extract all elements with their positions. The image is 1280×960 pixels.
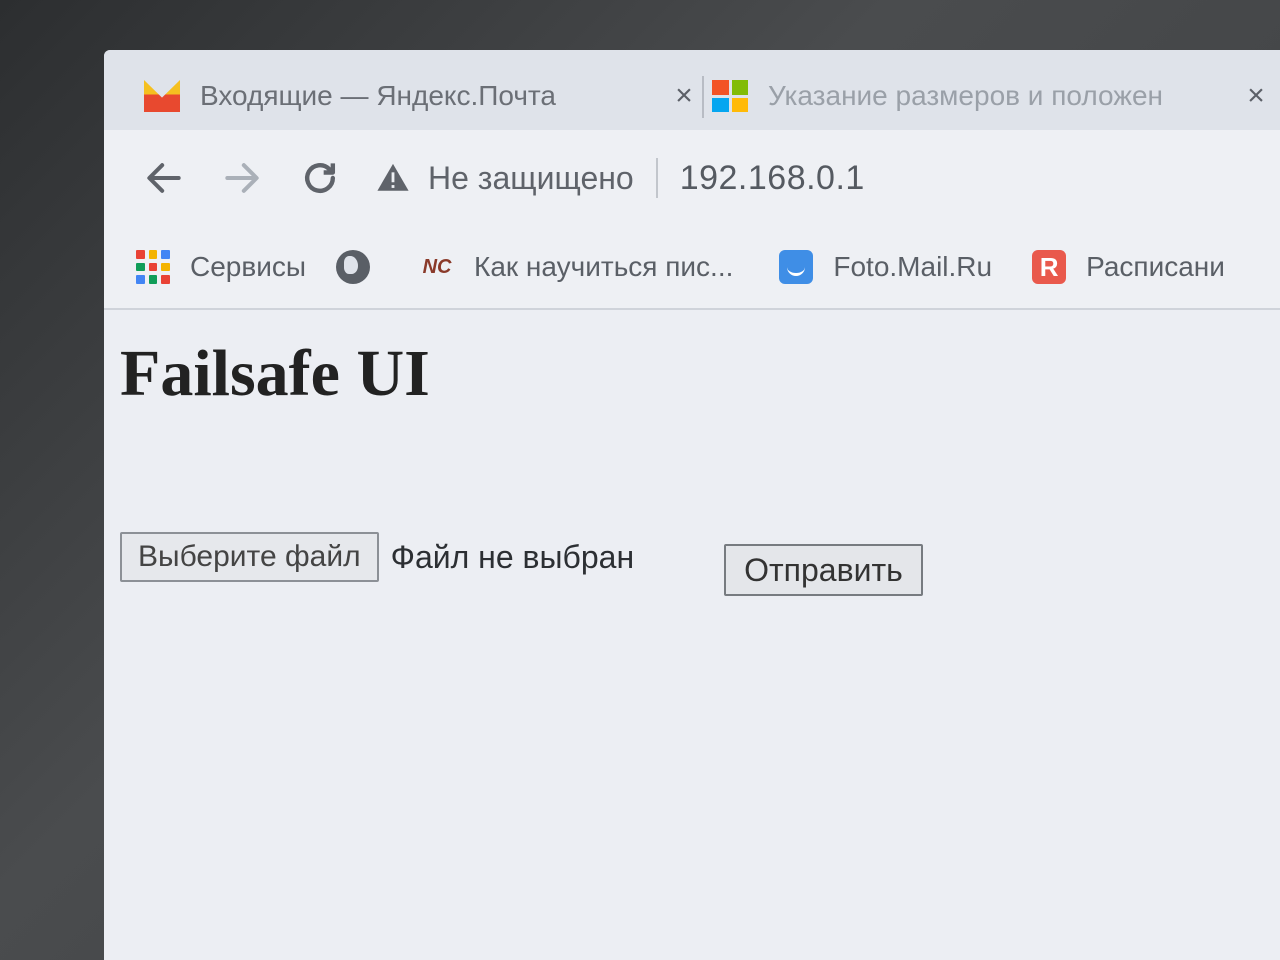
back-button[interactable] bbox=[128, 142, 200, 214]
arrow-right-icon bbox=[225, 163, 259, 193]
bookmark-label: Сервисы bbox=[190, 251, 307, 282]
bookmark-globe[interactable] bbox=[336, 250, 390, 284]
foto-mail-icon bbox=[779, 250, 814, 284]
nc-logo-icon: NC bbox=[422, 255, 452, 278]
upload-form: Выберите файл Файл не выбран Отправить bbox=[120, 518, 923, 596]
security-indicator[interactable]: Не защищено bbox=[376, 160, 634, 197]
tab-divider bbox=[702, 76, 704, 118]
globe-icon bbox=[336, 250, 371, 284]
bookmark-schedule[interactable]: R Расписани bbox=[1032, 250, 1225, 284]
file-status-text: Файл не выбран bbox=[390, 538, 635, 575]
page-title: Failsafe UI bbox=[120, 337, 430, 410]
bookmark-foto-mail[interactable]: Foto.Mail.Ru bbox=[779, 250, 992, 284]
tab-yandex-mail[interactable]: Входящие — Яндекс.Почта × bbox=[144, 68, 704, 124]
security-label: Не защищено bbox=[428, 159, 634, 196]
address-bar-row: Не защищено 192.168.0.1 bbox=[104, 130, 1280, 226]
arrow-left-icon bbox=[147, 163, 181, 193]
microsoft-icon bbox=[712, 80, 748, 112]
close-icon[interactable]: × bbox=[664, 79, 704, 113]
tab-strip: Входящие — Яндекс.Почта × Указание разме… bbox=[104, 50, 1280, 130]
submit-button[interactable]: Отправить bbox=[724, 544, 923, 596]
close-icon[interactable]: × bbox=[1236, 79, 1276, 113]
r-icon: R bbox=[1032, 250, 1067, 284]
browser-window: Входящие — Яндекс.Почта × Указание разме… bbox=[104, 50, 1280, 960]
forward-button[interactable] bbox=[206, 142, 278, 214]
warning-icon bbox=[377, 163, 409, 191]
page-content: Failsafe UI Выберите файл Файл не выбран… bbox=[104, 310, 1280, 960]
bookmark-label: Расписани bbox=[1086, 251, 1225, 282]
choose-file-button[interactable]: Выберите файл bbox=[120, 532, 379, 582]
reload-button[interactable] bbox=[284, 142, 356, 214]
bookmarks-bar: Сервисы NC Как научиться пис... Foto.Mai… bbox=[104, 226, 1280, 310]
tab-microsoft-docs[interactable]: Указание размеров и положен × bbox=[712, 68, 1276, 124]
bookmark-label: Как научиться пис... bbox=[474, 251, 734, 282]
bookmark-services[interactable]: Сервисы bbox=[136, 250, 306, 284]
apps-grid-icon bbox=[136, 250, 170, 284]
reload-icon bbox=[304, 163, 336, 194]
tab-title: Входящие — Яндекс.Почта bbox=[200, 80, 557, 111]
yandex-mail-icon bbox=[144, 80, 180, 112]
address-divider bbox=[655, 158, 658, 198]
bookmark-how-to-write[interactable]: NC Как научиться пис... bbox=[420, 250, 734, 284]
bookmark-label: Foto.Mail.Ru bbox=[833, 251, 993, 282]
tab-title: Указание размеров и положен bbox=[768, 80, 1164, 111]
url-field[interactable]: 192.168.0.1 bbox=[680, 159, 865, 198]
